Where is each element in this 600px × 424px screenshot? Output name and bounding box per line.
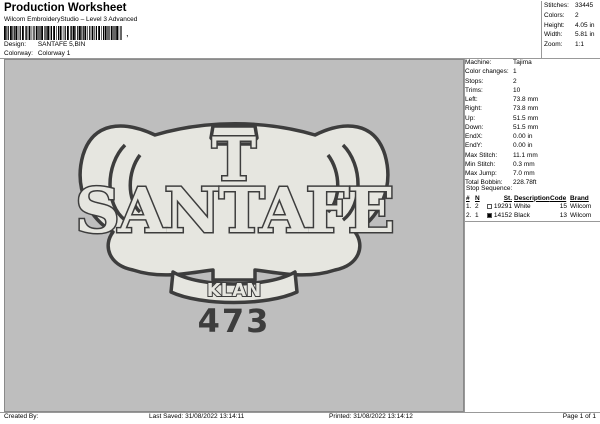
machine-info-row: Left: 73.8 mm xyxy=(465,96,539,103)
design-name-row: Design: SANTAFE 5,BIN xyxy=(4,41,85,48)
stop-sequence-header: # N St. Description Code Brand xyxy=(466,194,589,202)
stop-sequence-table: # N St. Description Code Brand 1. 2 19291 W… xyxy=(466,194,599,220)
stop-table-divider xyxy=(465,221,600,222)
page-title: Production Worksheet xyxy=(4,2,127,14)
color-swatch xyxy=(486,212,492,218)
barcode xyxy=(4,26,122,40)
machine-info-row: Min Stitch: 0.3 mm xyxy=(465,160,535,168)
banner-text: KLAN xyxy=(207,280,261,301)
colorway-value: Colorway 1 xyxy=(37,50,71,57)
colorway-row: Colorway: Colorway 1 xyxy=(4,50,70,57)
stat-row-width: Width: 5.81 in xyxy=(544,31,595,39)
top-stats: Stitches: 33445 Colors: 2 Height: 4.05 in W… xyxy=(544,2,600,51)
stop-sequence: Stop Sequence: # N St. Description Code … xyxy=(466,185,599,220)
last-saved: Last Saved: 31/08/2022 13:14:11 xyxy=(149,413,245,420)
stop-row: 2. 1 14152 Black 13 Wilcom xyxy=(466,211,592,219)
machine-info-row: Right: 73.8 mm xyxy=(465,105,539,113)
footer-divider xyxy=(0,412,600,413)
design-value: SANTAFE 5,BIN xyxy=(37,41,86,48)
crest-letter: T xyxy=(212,125,257,195)
colorway-label: Colorway: xyxy=(4,50,33,57)
design-preview: SANTAFE T KLAN 473 xyxy=(4,59,464,412)
machine-info-row: Max Jump: 7.0 mm xyxy=(465,170,535,177)
page-number: Page 1 of 1 xyxy=(562,413,596,420)
stat-row-zoom: Zoom: 1:1 xyxy=(544,41,585,49)
design-number: 473 xyxy=(198,302,271,340)
stat-row-colors: Colors: 2 xyxy=(544,11,579,19)
machine-info-row: Trims: 10 xyxy=(465,86,521,94)
barcode-suffix: , xyxy=(126,28,129,38)
machine-info-row: Down: 51.5 mm xyxy=(465,123,539,131)
embroidery-design: SANTAFE T KLAN 473 xyxy=(74,122,396,340)
stat-row-height: Height: 4.05 in xyxy=(544,21,595,29)
machine-info-row: Stops: 2 xyxy=(465,77,517,85)
machine-info-row: Max Stitch: 11.1 mm xyxy=(465,151,538,159)
stat-row-stitches: Stitches: 33445 xyxy=(544,2,594,9)
stop-sequence-title: Stop Sequence: xyxy=(466,185,513,192)
design-label: Design: xyxy=(4,41,27,48)
printed-date: Printed: 31/08/2022 13:14:12 xyxy=(329,413,413,420)
stop-row: 1. 2 19291 White 15 Wilcom xyxy=(466,203,592,211)
stats-divider xyxy=(541,1,542,58)
software-subtitle: Wilcom EmbroideryStudio – Level 3 Advanc… xyxy=(4,16,138,23)
color-swatch xyxy=(486,204,492,210)
created-by: Created By: xyxy=(4,413,39,420)
machine-info: Machine: Tajima Color changes: 1 Stops: 2 Trim… xyxy=(465,59,600,189)
machine-info-row: EndY: 0.00 in xyxy=(465,142,533,150)
machine-info-row: Up: 51.5 mm xyxy=(465,114,539,122)
machine-info-row: Color changes: 1 xyxy=(465,68,517,76)
machine-info-row: EndX: 0.00 in xyxy=(465,133,533,140)
machine-info-row: Machine: Tajima xyxy=(465,59,532,66)
